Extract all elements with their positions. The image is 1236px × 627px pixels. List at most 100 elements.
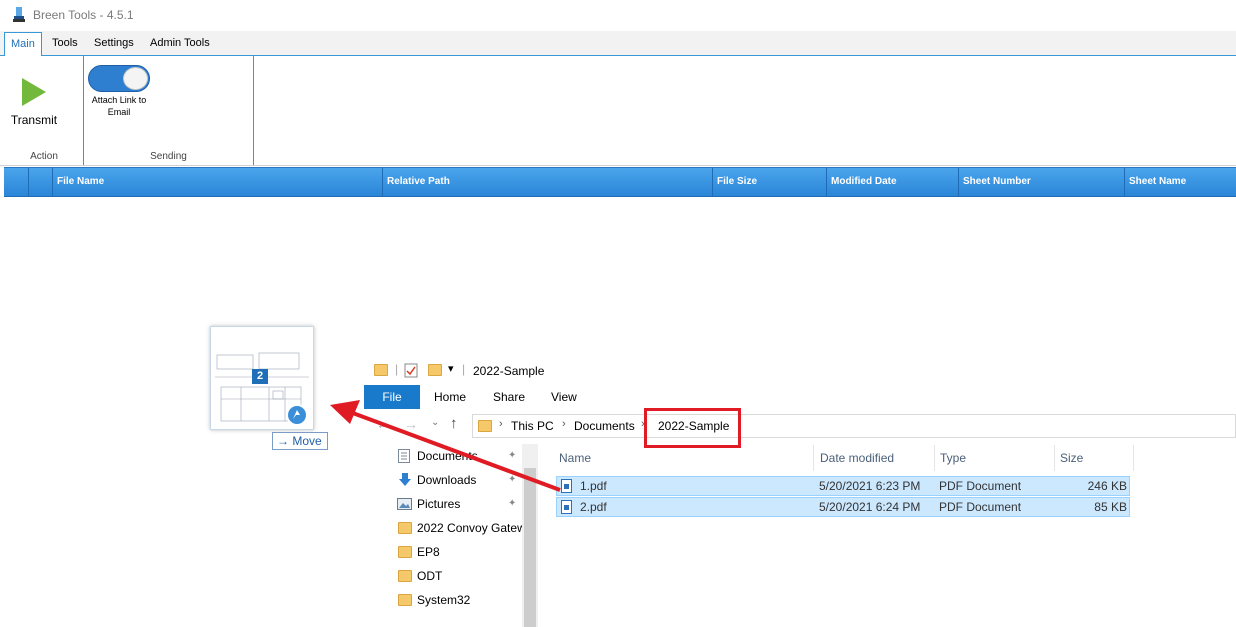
toolbar-separator: |: [462, 362, 466, 376]
pictures-icon: [397, 498, 412, 510]
tab-settings[interactable]: Settings: [88, 32, 140, 56]
move-tooltip-label: Move: [292, 434, 322, 448]
annotation-highlight-box: [644, 408, 741, 448]
attach-link-toggle[interactable]: [88, 65, 150, 92]
app-title: Breen Tools - 4.5.1: [33, 8, 134, 22]
scrollbar-thumb[interactable]: [524, 468, 536, 627]
group-divider: [253, 56, 254, 165]
file-type: PDF Document: [939, 479, 1022, 493]
nav-item-label: 2022 Convoy Gatew: [417, 521, 522, 535]
ribbon-panel: Transmit Action Attach Link to Email Sen…: [0, 56, 1236, 166]
explorer-window-title: 2022-Sample: [473, 364, 545, 378]
attach-link-label: Attach Link to Email: [91, 95, 147, 117]
row-header-column[interactable]: [4, 168, 28, 196]
app-badge-icon: [286, 404, 308, 426]
download-arrow-icon: [399, 473, 411, 486]
pin-icon: ✦: [508, 450, 517, 461]
column-relative-path[interactable]: Relative Path: [382, 168, 712, 196]
column-date-modified[interactable]: Date modified: [815, 445, 935, 471]
file-name: 1.pdf: [580, 479, 607, 493]
action-group-label: Action: [30, 151, 58, 162]
file-size: 85 KB: [1094, 500, 1127, 514]
transmit-label: Transmit: [10, 113, 58, 127]
pdf-file-icon: [561, 479, 572, 493]
folder-icon: [478, 420, 492, 432]
nav-item-label: EP8: [417, 545, 440, 559]
folder-icon: [398, 570, 412, 582]
pdf-file-icon: [561, 500, 572, 514]
select-column[interactable]: [28, 168, 52, 196]
folder-icon: [374, 364, 388, 376]
explorer-ribbon-tabs: File Home Share View: [364, 385, 1236, 409]
breadcrumb-separator-icon[interactable]: ›: [499, 418, 503, 430]
breadcrumb-this-pc[interactable]: This PC: [511, 419, 554, 433]
file-size: 246 KB: [1087, 479, 1127, 493]
column-sheet-name[interactable]: Sheet Name: [1124, 168, 1236, 196]
nav-item-label: ODT: [417, 569, 443, 583]
tab-admin-tools[interactable]: Admin Tools: [144, 32, 216, 56]
nav-item-pictures[interactable]: Pictures ✦: [392, 492, 522, 516]
file-list-header: Name Date modified Type Size: [554, 445, 1134, 471]
tab-home[interactable]: Home: [434, 385, 466, 409]
nav-item-ep8[interactable]: EP8: [392, 540, 522, 564]
folder-icon: [398, 594, 412, 606]
toggle-knob: [123, 67, 148, 90]
sending-group-label: Sending: [150, 151, 187, 162]
tab-main[interactable]: Main: [4, 32, 42, 57]
column-size[interactable]: Size: [1055, 445, 1134, 471]
forward-arrow-icon[interactable]: →: [404, 416, 418, 432]
file-row[interactable]: 2.pdf 5/20/2021 6:24 PM PDF Document 85 …: [556, 497, 1130, 517]
file-explorer-window: | ▾ | 2022-Sample File Home Share View ←…: [364, 352, 1236, 627]
move-tooltip: → Move: [272, 432, 328, 450]
arrow-right-icon: →: [277, 434, 289, 448]
toolbar-separator: |: [395, 362, 399, 376]
tab-share[interactable]: Share: [493, 385, 525, 409]
pin-icon: ✦: [508, 498, 517, 509]
nav-item-odt[interactable]: ODT: [392, 564, 522, 588]
nav-item-documents[interactable]: Documents ✦: [392, 444, 522, 468]
address-row: ← → ⌄ ↑ › This PC › Documents › 2022-Sam…: [364, 412, 1236, 440]
column-file-name[interactable]: File Name: [52, 168, 382, 196]
file-row[interactable]: 1.pdf 5/20/2021 6:23 PM PDF Document 246…: [556, 476, 1130, 496]
recent-locations-chevron-icon[interactable]: ⌄: [431, 417, 439, 428]
column-sheet-number[interactable]: Sheet Number: [958, 168, 1124, 196]
back-arrow-icon[interactable]: ←: [376, 416, 390, 432]
breadcrumb-separator-icon[interactable]: ›: [562, 418, 566, 430]
breadcrumb-documents[interactable]: Documents: [574, 419, 635, 433]
nav-item-label: Documents: [417, 449, 478, 463]
column-modified-date[interactable]: Modified Date: [826, 168, 958, 196]
nav-item-downloads[interactable]: Downloads ✦: [392, 468, 522, 492]
transmit-button[interactable]: Transmit: [4, 74, 64, 130]
documents-icon: [398, 449, 410, 463]
nav-item-2022-convoy[interactable]: 2022 Convoy Gatew: [392, 516, 522, 540]
qat-dropdown-icon[interactable]: ▾: [448, 362, 454, 375]
properties-check-icon[interactable]: [404, 362, 418, 378]
file-name: 2.pdf: [580, 500, 607, 514]
column-type[interactable]: Type: [935, 445, 1055, 471]
folder-icon: [398, 546, 412, 558]
nav-item-label: System32: [417, 593, 471, 607]
drag-item-count: 2: [252, 369, 268, 384]
column-name[interactable]: Name: [554, 445, 814, 471]
file-date: 5/20/2021 6:23 PM: [819, 479, 921, 493]
folder-icon: [398, 522, 412, 534]
pin-icon: ✦: [508, 474, 517, 485]
ribbon-tab-bar: Main Tools Settings Admin Tools: [0, 31, 1236, 57]
up-arrow-icon[interactable]: ↑: [450, 415, 458, 432]
nav-item-label: Downloads: [417, 473, 477, 487]
nav-item-system32[interactable]: System32: [392, 588, 522, 612]
tab-tools[interactable]: Tools: [46, 32, 84, 56]
file-date: 5/20/2021 6:24 PM: [819, 500, 921, 514]
nav-pane-scrollbar[interactable]: [522, 444, 538, 627]
column-file-size[interactable]: File Size: [712, 168, 826, 196]
title-bar: Breen Tools - 4.5.1: [0, 0, 1236, 31]
address-bar[interactable]: › This PC › Documents › 2022-Sample: [472, 414, 1236, 438]
new-folder-icon[interactable]: [428, 364, 442, 376]
app-icon: [13, 7, 25, 22]
nav-item-label: Pictures: [417, 497, 461, 511]
file-grid-header: File Name Relative Path File Size Modifi…: [4, 167, 1236, 197]
navigation-pane: Documents ✦ Downloads ✦ Pictures ✦ 2022 …: [392, 444, 538, 627]
tab-file[interactable]: File: [364, 385, 420, 409]
tab-view[interactable]: View: [551, 385, 577, 409]
play-icon: [22, 78, 46, 106]
